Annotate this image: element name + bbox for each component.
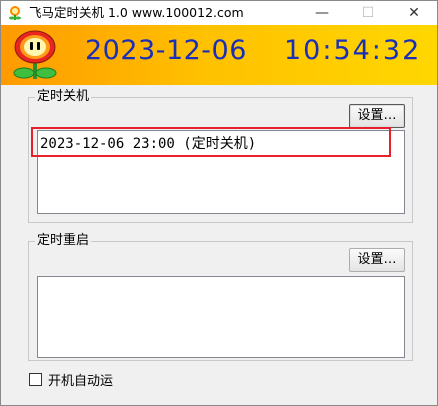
app-window: 飞马定时关机 1.0 www.100012.com — ☐ ✕ 2023-12-… [0, 0, 438, 406]
autostart-checkbox[interactable] [29, 373, 42, 386]
clock-banner: 2023-12-06 10:54:32 [1, 25, 437, 85]
autostart-option[interactable]: 开机自动运 [29, 370, 113, 389]
shutdown-group-label: 定时关机 [35, 89, 92, 105]
current-time: 10:54:32 [284, 35, 422, 66]
maximize-button[interactable]: ☐ [345, 1, 391, 25]
title-bar[interactable]: 飞马定时关机 1.0 www.100012.com — ☐ ✕ [1, 1, 437, 25]
annotation-highlight-box [31, 127, 391, 157]
minimize-button[interactable]: — [299, 1, 345, 25]
autostart-label[interactable]: 开机自动运 [48, 370, 113, 389]
restart-group-label: 定时重启 [35, 233, 92, 249]
current-date: 2023-12-06 [85, 35, 247, 66]
restart-list[interactable] [37, 276, 405, 358]
shutdown-settings-button[interactable]: 设置… [349, 104, 405, 128]
close-button[interactable]: ✕ [391, 1, 437, 25]
restart-group: 定时重启 设置… [28, 233, 413, 361]
restart-settings-button[interactable]: 设置… [349, 248, 405, 272]
window-title: 飞马定时关机 1.0 www.100012.com [29, 5, 244, 20]
shutdown-group: 定时关机 设置… 2023-12-06 23:00 (定时关机) [28, 89, 413, 223]
app-flower-icon [9, 6, 21, 20]
flower-icon [13, 30, 57, 79]
